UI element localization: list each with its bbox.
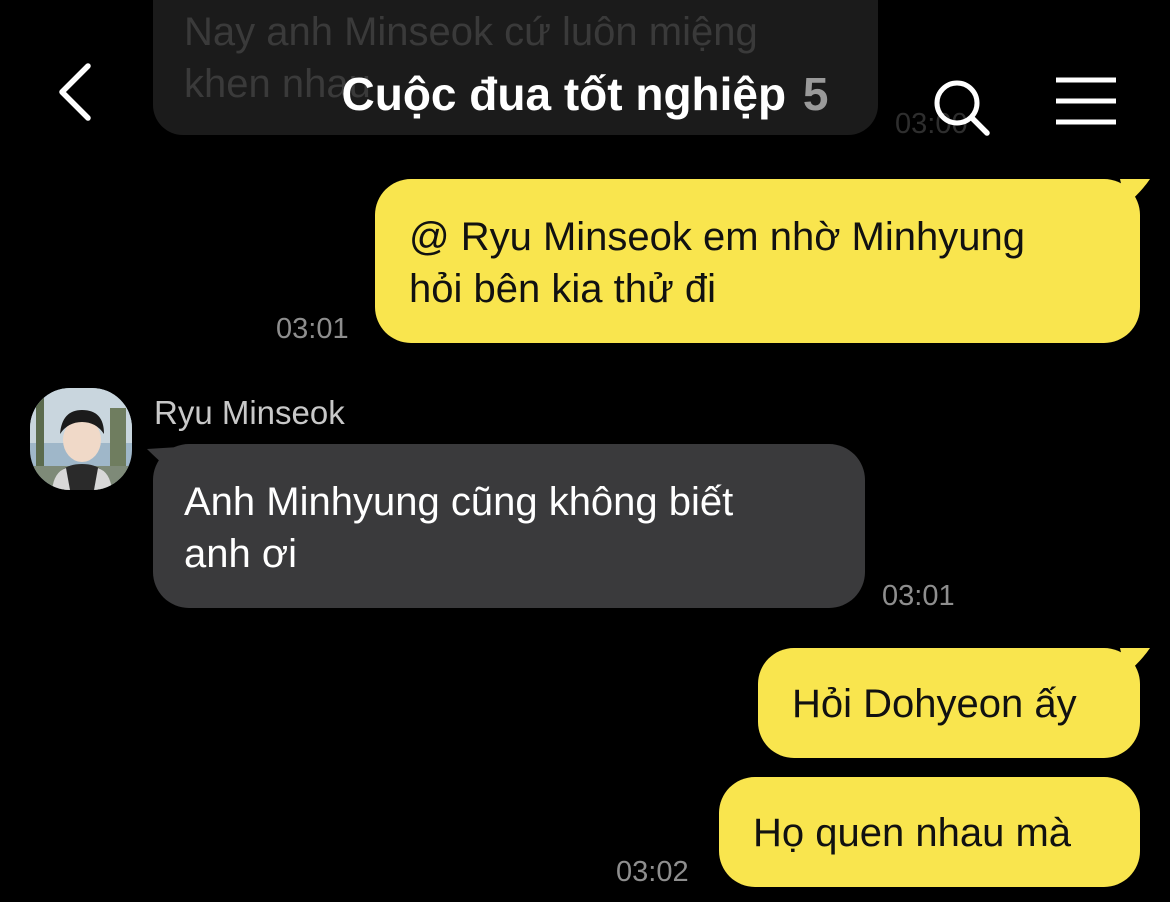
message-text: Hỏi Dohyeon ấy [792,682,1077,726]
search-button[interactable] [930,76,994,140]
bubble-tail [1120,179,1150,205]
message-text: Họ quen nhau mà [753,811,1072,855]
message-text: Anh Minhyung cũng không biết anh ơi [184,480,734,576]
member-count: 5 [802,68,829,120]
my-message-bubble[interactable]: Họ quen nhau mà [719,777,1140,887]
back-button[interactable] [50,58,110,128]
chat-header: Cuộc đua tốt nghiệp 5 [0,0,1170,150]
menu-button[interactable] [1052,74,1122,132]
message-time: 03:02 [616,856,689,888]
back-arrow-icon [59,63,91,121]
message-time: 03:01 [276,313,349,345]
message-time: 03:01 [882,580,955,612]
chat-title-text: Cuộc đua tốt nghiệp [341,68,787,120]
chat-title[interactable]: Cuộc đua tốt nghiệp 5 [300,62,870,126]
avatar-image [30,388,132,490]
search-icon [934,80,990,136]
my-message-bubble[interactable]: Hỏi Dohyeon ấy [758,648,1140,758]
menu-icon [1056,77,1116,125]
their-message-bubble[interactable]: Anh Minhyung cũng không biết anh ơi [153,444,865,608]
message-text: @ Ryu Minseok em nhờ Minhyung hỏi bên ki… [409,215,1025,311]
sender-name: Ryu Minseok [154,394,345,431]
bubble-tail [1120,648,1150,674]
avatar[interactable] [30,388,132,490]
bubble-tail [147,447,179,473]
my-message-bubble[interactable]: @ Ryu Minseok em nhờ Minhyung hỏi bên ki… [375,179,1140,343]
